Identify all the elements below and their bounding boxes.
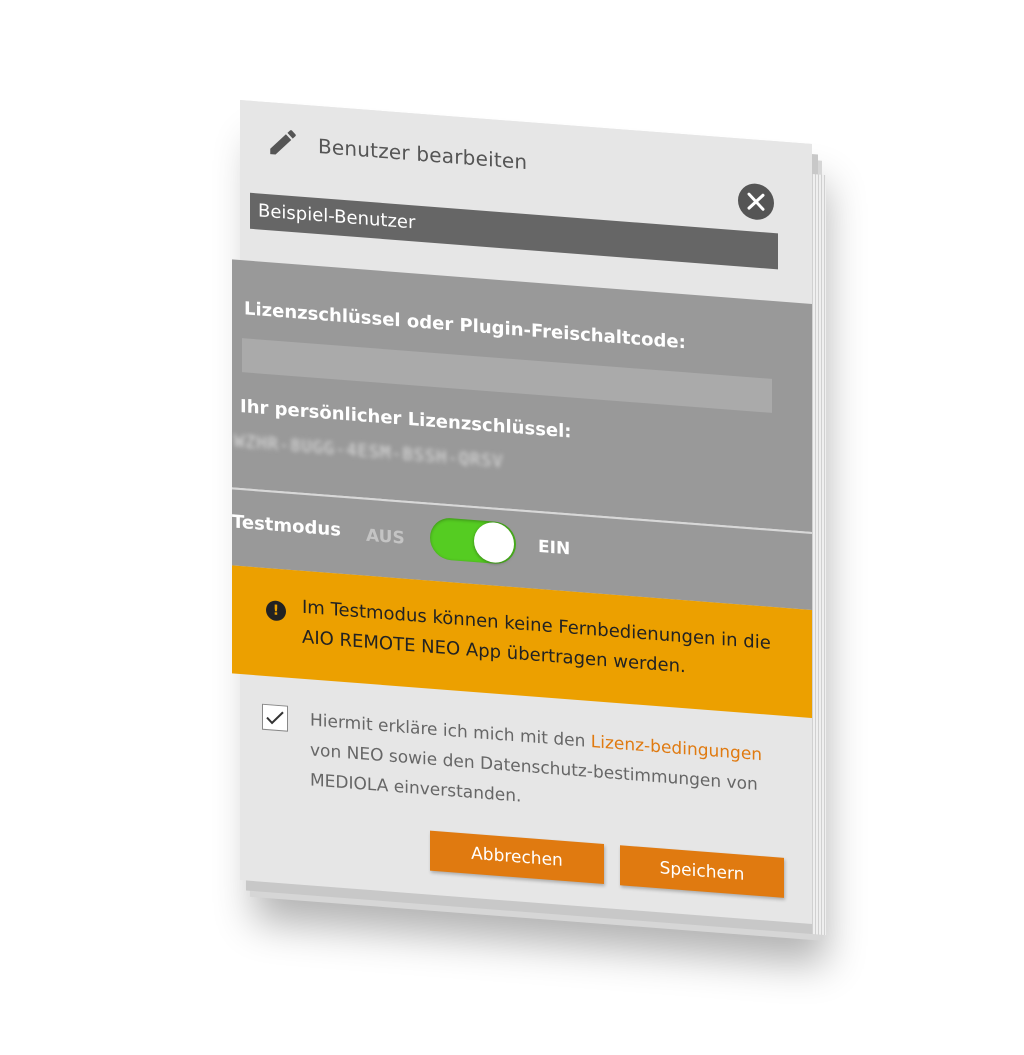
toggle-knob (474, 521, 514, 565)
test-mode-label: Testmodus (232, 511, 341, 541)
warning-text: Im Testmodus können keine Fernbedienunge… (302, 596, 771, 678)
consent-text: Hiermit erkläre ich mich mit den Lizenz-… (310, 705, 770, 830)
consent-checkbox[interactable] (262, 703, 288, 732)
username-input[interactable]: Beispiel-Benutzer (250, 192, 778, 270)
toggle-on-label: EIN (538, 536, 571, 560)
license-terms-link[interactable]: Lizenz-bedingungen (591, 732, 762, 765)
checkmark-icon (266, 711, 284, 725)
toggle-off-label: AUS (366, 525, 405, 549)
exclamation-icon (266, 600, 286, 622)
license-section: Lizenzschlüssel oder Plugin-Freischaltco… (232, 259, 812, 533)
pencil-icon (266, 124, 300, 161)
dialog-title: Benutzer bearbeiten (318, 134, 528, 175)
close-button[interactable] (738, 182, 774, 222)
personal-key-value: WZHR-8UGG-4ESM-BSSH-QRSV (234, 431, 504, 473)
edit-user-dialog: Benutzer bearbeiten Beispiel-Benutzer Li… (232, 100, 820, 925)
close-icon (747, 192, 765, 211)
test-mode-toggle[interactable] (430, 516, 516, 566)
save-button[interactable]: Speichern (620, 845, 784, 898)
stage: Benutzer bearbeiten Beispiel-Benutzer Li… (0, 0, 1024, 1055)
cancel-button[interactable]: Abbrechen (430, 830, 604, 885)
